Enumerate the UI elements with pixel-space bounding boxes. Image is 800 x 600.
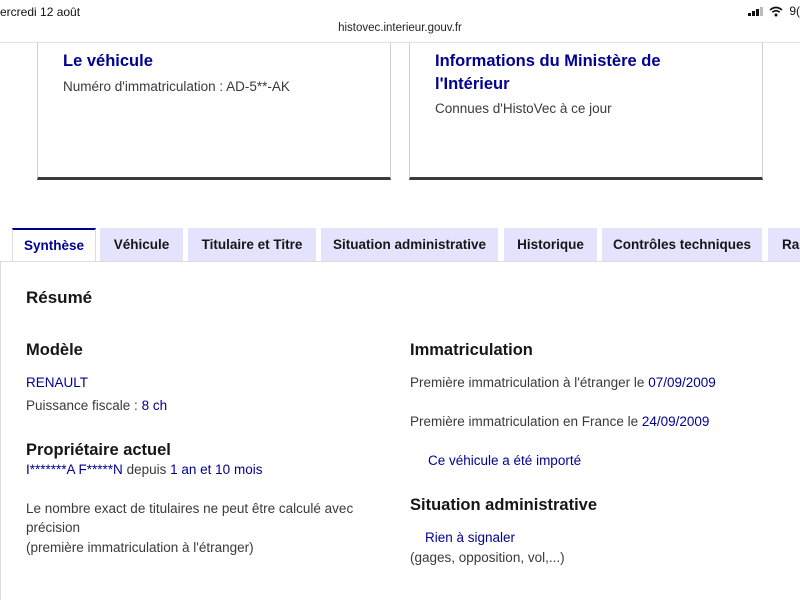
owner-note-line3: (première immatriculation à l'étranger) (26, 540, 254, 555)
ministry-card: Informations du Ministère de l'Intérieur… (409, 43, 763, 180)
tab-divider (0, 261, 800, 262)
signal-icon (748, 6, 764, 16)
tab-vehicule[interactable]: Véhicule (100, 228, 183, 261)
fiscal-power-value: 8 ch (141, 398, 168, 413)
foreign-registration: Première immatriculation à l'étranger le… (410, 375, 716, 390)
owner-since-label: depuis (126, 462, 167, 477)
france-registration: Première immatriculation en France le 24… (410, 414, 709, 429)
status-indicators: 9( (748, 4, 800, 18)
owner-note-line1: Le nombre exact de titulaires ne peut êt… (26, 501, 354, 516)
foreign-registration-label: Première immatriculation à l'étranger le (410, 375, 645, 390)
battery-level: 9( (789, 4, 800, 18)
tab-controles-techniques[interactable]: Contrôles techniques (602, 228, 762, 261)
owner-since-value: 1 an et 10 mois (170, 462, 263, 477)
tab-historique[interactable]: Historique (504, 228, 597, 261)
admin-status-details: (gages, opposition, vol,...) (410, 550, 565, 565)
imported-link[interactable]: Ce véhicule a été importé (428, 453, 581, 468)
vehicle-card-title: Le véhicule (63, 52, 153, 70)
panel-border (0, 261, 1, 600)
owner-name: I*******A F*****N (26, 462, 123, 477)
registration-heading: Immatriculation (410, 341, 533, 359)
tab-situation-administrative[interactable]: Situation administrative (321, 228, 498, 261)
address-bar[interactable]: histovec.interieur.gouv.fr (0, 22, 800, 34)
fiscal-power: Puissance fiscale : 8 ch (26, 398, 167, 413)
ministry-card-title: Informations du Ministère de l'Intérieur (435, 52, 661, 93)
tab-titulaire[interactable]: Titulaire et Titre (188, 228, 316, 261)
tab-rapport[interactable]: Rap (768, 228, 800, 261)
france-registration-label: Première immatriculation en France le (410, 414, 639, 429)
foreign-registration-date: 07/09/2009 (648, 375, 716, 390)
registration-number: Numéro d'immatriculation : AD-5**-AK (63, 79, 290, 94)
wifi-icon (769, 6, 783, 16)
tab-bar: Synthèse Véhicule Titulaire et Titre Sit… (0, 228, 800, 261)
fiscal-power-label: Puissance fiscale : (26, 398, 138, 413)
vehicle-card: Le véhicule Numéro d'immatriculation : A… (37, 43, 391, 180)
status-date: ercredi 12 août (0, 5, 81, 19)
ministry-card-subtitle: Connues d'HistoVec à ce jour (435, 101, 612, 116)
owner-info: I*******A F*****N depuis 1 an et 10 mois (26, 462, 262, 477)
owner-note-line2: précision (26, 520, 81, 535)
status-bar: ercredi 12 août 9( (0, 0, 800, 22)
admin-status-link[interactable]: Rien à signaler (425, 530, 515, 545)
model-brand: RENAULT (26, 375, 89, 390)
owner-heading: Propriétaire actuel (26, 441, 171, 459)
tab-synthese[interactable]: Synthèse (12, 228, 96, 261)
admin-status-heading: Situation administrative (410, 496, 598, 514)
summary-title: Résumé (26, 288, 93, 307)
france-registration-date: 24/09/2009 (641, 414, 710, 429)
model-heading: Modèle (26, 341, 83, 359)
